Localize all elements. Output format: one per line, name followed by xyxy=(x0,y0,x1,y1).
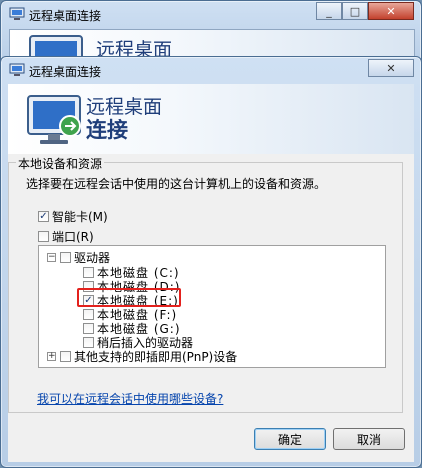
group-description: 选择要在远程会话中使用的这台计算机上的设备和资源。 xyxy=(26,177,327,191)
maximize-button[interactable]: □ xyxy=(342,2,368,20)
highlight-annotation-box xyxy=(77,288,181,307)
ports-checkbox[interactable] xyxy=(38,230,49,242)
tree-node-pnp[interactable]: + 其他支持的即插即用(PnP)设备 xyxy=(47,348,237,364)
dialog-title: 远程桌面连接 xyxy=(29,65,102,79)
group-title: 本地设备和资源 xyxy=(16,155,105,172)
drive-g-checkbox[interactable] xyxy=(83,322,94,334)
ok-button[interactable]: 确定 xyxy=(254,428,326,450)
background-titlebar[interactable]: 远程桌面连接 _ □ ✕ xyxy=(1,1,421,27)
remote-desktop-app-icon xyxy=(9,7,25,21)
drive-c-checkbox[interactable] xyxy=(83,266,94,278)
close-button[interactable]: ✕ xyxy=(368,2,414,20)
remote-desktop-app-icon xyxy=(9,63,25,77)
collapse-icon[interactable]: − xyxy=(47,252,56,262)
ports-label: 端口(R) xyxy=(52,229,94,244)
devices-help-link[interactable]: 我可以在远程会话中使用哪些设备? xyxy=(37,390,223,407)
ports-option[interactable]: 端口(R) xyxy=(38,228,94,244)
close-button[interactable]: ✕ xyxy=(368,59,414,77)
dialog-banner: 远程桌面 连接 xyxy=(8,84,414,154)
cancel-button[interactable]: 取消 xyxy=(333,428,405,450)
minimize-button[interactable]: _ xyxy=(316,2,342,20)
dialog-titlebar[interactable]: 远程桌面连接 ✕ xyxy=(1,57,421,83)
drives-checkbox[interactable] xyxy=(60,251,71,263)
drive-f-checkbox[interactable] xyxy=(83,308,94,320)
later-drives-checkbox[interactable] xyxy=(83,336,94,348)
smart-card-option[interactable]: 智能卡(M) xyxy=(38,208,108,224)
monitor-icon xyxy=(27,95,81,144)
background-window-title: 远程桌面连接 xyxy=(29,9,102,23)
expand-icon[interactable]: + xyxy=(47,351,56,361)
smart-card-label: 智能卡(M) xyxy=(52,209,108,224)
smart-card-checkbox[interactable] xyxy=(38,210,49,222)
pnp-checkbox[interactable] xyxy=(60,350,71,362)
banner-title-line2: 连接 xyxy=(86,118,128,142)
pnp-label: 其他支持的即插即用(PnP)设备 xyxy=(74,349,238,364)
